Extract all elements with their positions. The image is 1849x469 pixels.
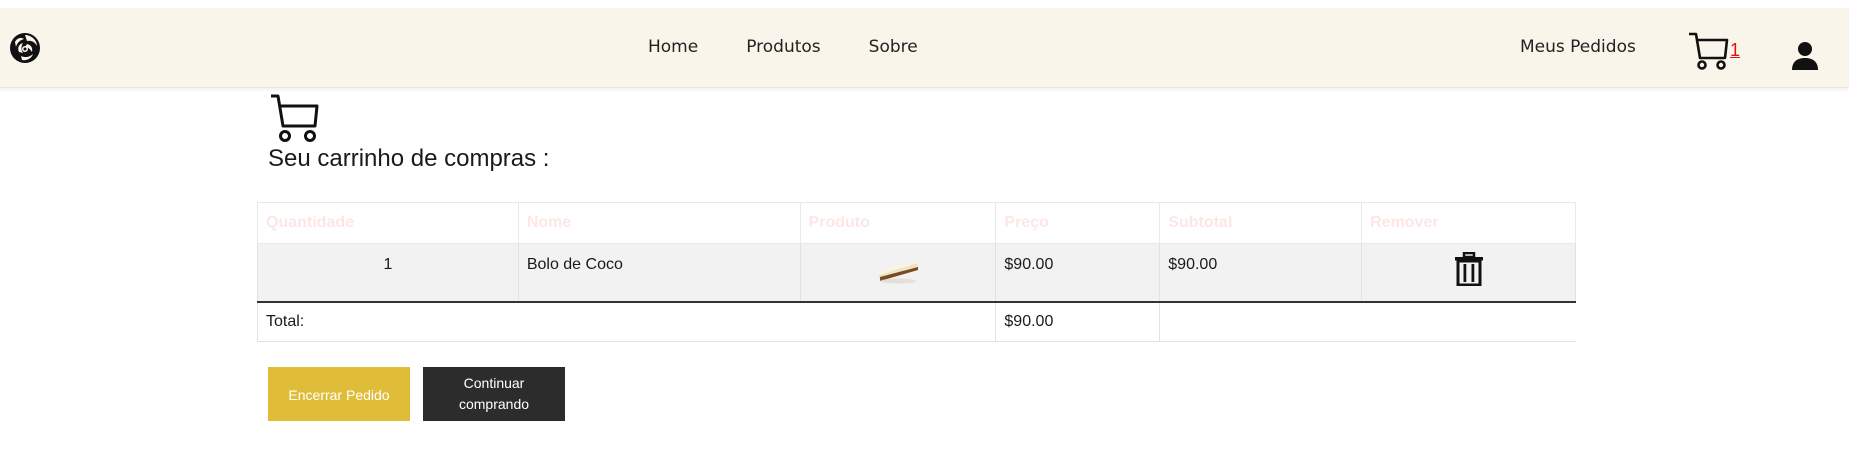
item-image-cell [799,243,997,303]
user-icon[interactable] [1791,41,1819,71]
column-header-preco: Preço [995,202,1161,244]
continue-shopping-button[interactable]: Continuar comprando [423,367,565,421]
column-header-remover: Remover [1361,202,1576,244]
item-subtotal: $90.00 [1159,243,1363,303]
cart-count-badge[interactable]: 1 [1730,40,1740,61]
nav-link-produtos[interactable]: Produtos [746,37,820,57]
column-header-subtotal: Subtotal [1159,202,1363,244]
column-header-produto: Produto [799,202,997,244]
rose-logo-icon[interactable] [7,30,43,66]
nav-link-sobre[interactable]: Sobre [869,37,918,57]
total-label: Total: [256,301,997,342]
item-quantity: 1 [257,243,519,303]
total-empty-cell [1159,301,1576,342]
cart-icon[interactable] [1687,30,1731,74]
nav-link-home[interactable]: Home [648,37,698,57]
coconut-cake-image [877,260,918,284]
trash-icon[interactable] [1454,252,1484,286]
item-remove-cell [1361,243,1576,303]
table-row: 1 Bolo de Coco $90.00 $90.00 [257,243,1576,303]
top-navbar: Home Produtos Sobre Meus Pedidos 1 [0,8,1849,88]
item-price: $90.00 [995,243,1161,303]
cart-table-header-row: Quantidade Nome Produto Preço Subtotal R… [257,202,1576,244]
column-header-nome: Nome [517,202,801,244]
finish-order-button[interactable]: Encerrar Pedido [268,367,410,421]
main-nav: Home Produtos Sobre [648,37,966,57]
cart-title: Seu carrinho de compras : [268,145,550,172]
column-header-quantidade: Quantidade [257,202,519,244]
item-name: Bolo de Coco [517,243,801,303]
total-value: $90.00 [995,301,1161,342]
total-row: Total: $90.00 [256,301,1576,342]
my-orders-link[interactable]: Meus Pedidos [1520,37,1636,57]
cart-heading-icon [271,94,319,142]
cart-table: Quantidade Nome Produto Preço Subtotal R… [256,202,1576,342]
